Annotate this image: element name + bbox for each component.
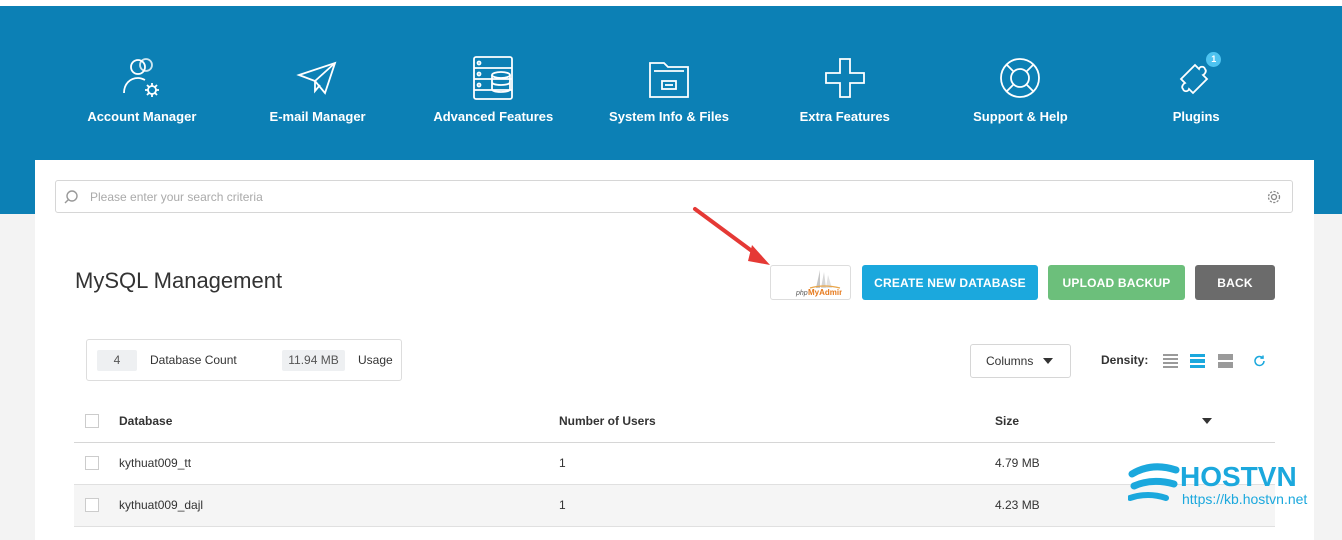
cell-size: 4.23 MB	[995, 498, 1040, 512]
watermark-url: https://kb.hostvn.net	[1182, 491, 1307, 507]
nav-label: System Info & Files	[609, 109, 729, 124]
hostvn-logo	[1127, 463, 1180, 501]
cell-size: 4.79 MB	[995, 456, 1040, 470]
folder-icon	[649, 62, 689, 98]
nav-label: E-mail Manager	[269, 109, 366, 124]
hostvn-watermark: HOSTVN https://kb.hostvn.net	[1127, 452, 1318, 512]
gear-icon[interactable]	[1260, 189, 1292, 205]
usage-label: Usage	[358, 353, 393, 367]
density-label: Density:	[1101, 353, 1149, 367]
header-database[interactable]: Database	[119, 401, 172, 442]
nav-support-help[interactable]: Support & Help	[933, 55, 1109, 124]
nav-label: Advanced Features	[433, 109, 554, 124]
table-header-row: Database Number of Users Size	[74, 401, 1275, 443]
density-comfortable-icon[interactable]	[1218, 354, 1233, 368]
upload-backup-button[interactable]: UPLOAD BACKUP	[1048, 265, 1185, 300]
nav-advanced-features[interactable]: Advanced Features	[405, 55, 581, 124]
header-size[interactable]: Size	[995, 401, 1019, 442]
main-panel: MySQL Management php MyAdmin CREATE NEW …	[35, 160, 1314, 540]
columns-label: Columns	[986, 354, 1034, 368]
nav-label: Extra Features	[799, 109, 890, 124]
nav-label: Support & Help	[973, 109, 1068, 124]
usage-value: 11.94 MB	[282, 350, 345, 371]
nav-account-manager[interactable]: Account Manager	[54, 55, 230, 124]
plus-icon	[824, 58, 865, 98]
nav-system-info-files[interactable]: System Info & Files	[581, 55, 757, 124]
phpmyadmin-php: php	[795, 290, 808, 297]
paper-plane-icon	[295, 61, 337, 95]
red-arrow-annotation	[693, 207, 770, 265]
back-button[interactable]: BACK	[1195, 265, 1275, 300]
cell-database: kythuat009_tt	[119, 456, 192, 470]
database-count-label: Database Count	[150, 353, 237, 367]
row-checkbox[interactable]	[85, 498, 99, 512]
cell-users: 1	[559, 456, 566, 470]
watermark-brand: HOSTVN	[1180, 461, 1297, 492]
search-icon	[64, 189, 78, 203]
table-row[interactable]: kythuat009_dajl 1 4.23 MB	[74, 485, 1275, 527]
cell-users: 1	[559, 498, 566, 512]
sort-caret-icon[interactable]	[1201, 417, 1213, 425]
lifebuoy-icon	[1000, 58, 1041, 98]
density-compact-icon[interactable]	[1163, 354, 1178, 368]
cell-database: kythuat009_dajl	[119, 498, 204, 512]
row-checkbox[interactable]	[85, 456, 99, 470]
density-normal-icon[interactable]	[1190, 354, 1205, 368]
main-nav: Account Manager E-mail Manager Advanced …	[54, 52, 1284, 124]
refresh-icon[interactable]	[1252, 354, 1267, 368]
phpmyadmin-button[interactable]: php MyAdmin	[770, 265, 851, 300]
search-input[interactable]	[86, 188, 1260, 205]
select-all-checkbox[interactable]	[85, 414, 99, 428]
caret-down-icon	[1043, 358, 1054, 364]
header-number-of-users[interactable]: Number of Users	[559, 401, 656, 442]
nav-email-manager[interactable]: E-mail Manager	[230, 55, 406, 124]
database-stats: 4 Database Count 11.94 MB Usage	[86, 339, 402, 381]
search-bar	[55, 180, 1293, 213]
nav-label: Plugins	[1172, 109, 1220, 124]
server-database-icon	[473, 56, 514, 100]
nav-label: Account Manager	[87, 109, 197, 124]
phpmyadmin-logo: php MyAdmin	[795, 269, 842, 297]
create-database-button[interactable]: CREATE NEW DATABASE	[862, 265, 1038, 300]
table-row[interactable]: kythuat009_tt 1 4.79 MB	[74, 443, 1275, 485]
page-title: MySQL Management	[75, 268, 283, 293]
nav-extra-features[interactable]: Extra Features	[757, 55, 933, 124]
account-manager-icon	[122, 58, 159, 97]
phpmyadmin-brand: MyAdmin	[808, 288, 842, 297]
database-table: Database Number of Users Size kythuat009…	[74, 401, 1275, 527]
database-count-value: 4	[97, 350, 137, 371]
nav-plugins[interactable]: 1 Plugins	[1108, 52, 1284, 124]
columns-dropdown[interactable]: Columns	[970, 344, 1071, 378]
